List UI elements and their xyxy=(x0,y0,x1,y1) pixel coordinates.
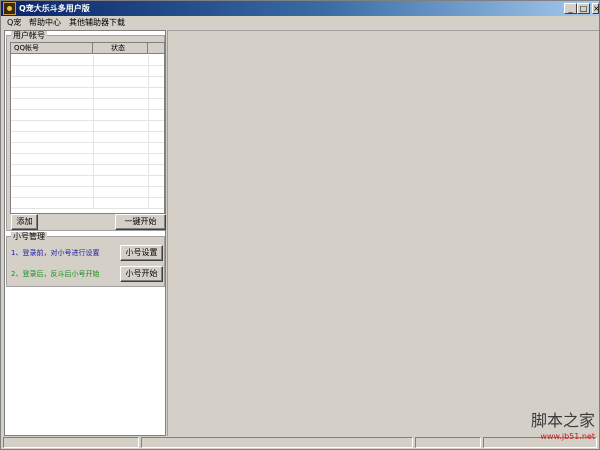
maximize-button[interactable]: □ xyxy=(577,3,590,14)
column-header-qq-account[interactable]: QQ帐号 xyxy=(11,43,93,54)
accounts-group-title: 用户帐号 xyxy=(11,31,47,40)
alt-instruction-2: 2、登录后，反斗后小号开始 xyxy=(11,270,100,278)
table-row[interactable] xyxy=(11,143,164,154)
main-content-area xyxy=(167,30,599,436)
status-pane-1 xyxy=(3,437,139,448)
table-row[interactable] xyxy=(11,176,164,187)
window-title: Q宠大乐斗多用户版 xyxy=(19,4,90,13)
alt-start-button[interactable]: 小号开始 xyxy=(120,266,163,282)
menu-bar: Q宠 帮助中心 其他辅助器下载 xyxy=(1,16,599,29)
table-row[interactable] xyxy=(11,187,164,198)
add-account-button[interactable]: 添加 xyxy=(11,214,38,230)
alt-settings-button[interactable]: 小号设置 xyxy=(120,245,163,261)
table-row[interactable] xyxy=(11,88,164,99)
app-icon[interactable] xyxy=(3,2,16,15)
watermark-logo: 脚本之家 xyxy=(530,411,595,430)
main-window: Q宠大乐斗多用户版 _ □ × Q宠 帮助中心 其他辅助器下载 用户帐号 QQ帐… xyxy=(0,0,600,450)
alt-manager-group: 小号管理 1、登录前，对小号进行设置 2、登录后，反斗后小号开始 小号设置 小号… xyxy=(6,232,165,287)
table-row[interactable] xyxy=(11,121,164,132)
close-button[interactable]: × xyxy=(592,3,600,14)
start-all-button[interactable]: 一键开始 xyxy=(115,214,166,230)
table-row[interactable] xyxy=(11,110,164,121)
table-row[interactable] xyxy=(11,132,164,143)
table-row[interactable] xyxy=(11,154,164,165)
table-row[interactable] xyxy=(11,165,164,176)
table-row[interactable] xyxy=(11,198,164,209)
menu-item-qchong[interactable]: Q宠 xyxy=(7,17,21,28)
menu-item-other-downloads[interactable]: 其他辅助器下载 xyxy=(69,17,125,28)
accounts-table[interactable]: QQ帐号 状态 xyxy=(10,42,165,214)
table-row[interactable] xyxy=(11,77,164,88)
title-bar[interactable]: Q宠大乐斗多用户版 _ □ × xyxy=(1,1,600,16)
status-bar xyxy=(1,436,599,449)
column-header-status[interactable]: 状态 xyxy=(93,43,148,54)
alt-manager-group-title: 小号管理 xyxy=(11,232,47,241)
watermark: 脚本之家 www.jb51.net xyxy=(517,411,599,447)
watermark-url: www.jb51.net xyxy=(540,432,595,441)
table-row[interactable] xyxy=(11,66,164,77)
left-panel: 用户帐号 QQ帐号 状态 添加 一键开始 小号管理 1、登录前，对小号进行设置 … xyxy=(4,30,166,436)
minimize-button[interactable]: _ xyxy=(564,3,577,14)
accounts-group: 用户帐号 QQ帐号 状态 添加 一键开始 xyxy=(6,31,166,231)
menu-item-help-center[interactable]: 帮助中心 xyxy=(29,17,61,28)
alt-instruction-1: 1、登录前，对小号进行设置 xyxy=(11,249,100,257)
status-pane-2 xyxy=(141,437,413,448)
column-header-extra[interactable] xyxy=(148,43,164,54)
table-row[interactable] xyxy=(11,99,164,110)
table-row[interactable] xyxy=(11,55,164,66)
accounts-table-body xyxy=(11,55,164,213)
accounts-table-header: QQ帐号 状态 xyxy=(11,43,164,54)
status-pane-3 xyxy=(415,437,481,448)
